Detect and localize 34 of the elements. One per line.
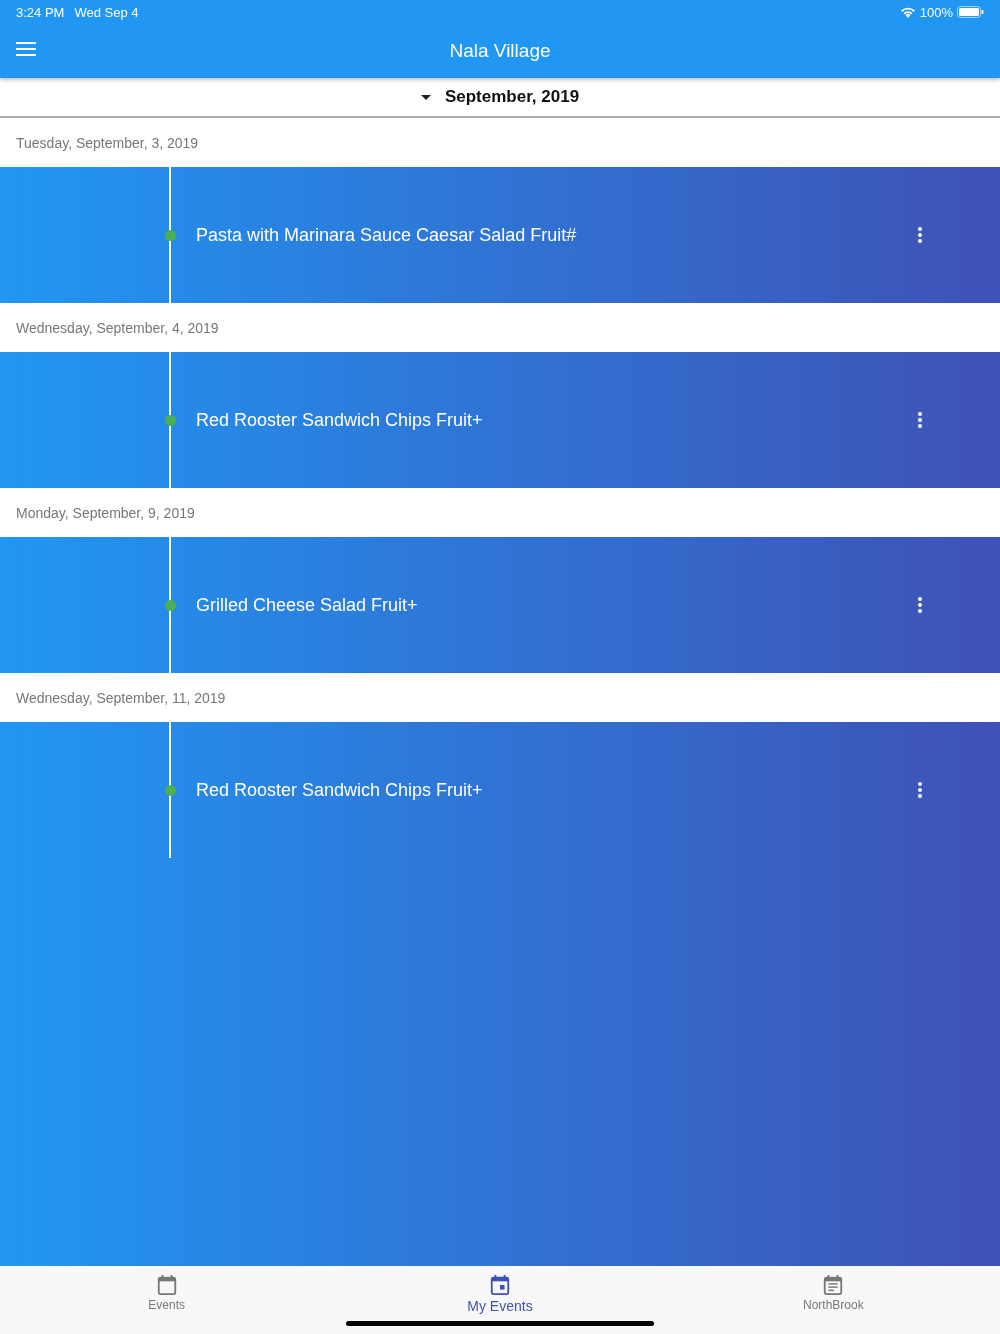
date-label: Tuesday, September, 3, 2019 xyxy=(16,134,199,151)
event-card[interactable]: Pasta with Marinara Sauce Caesar Salad Fruit# xyxy=(0,167,1000,303)
event-card[interactable]: Red Rooster Sandwich Chips Fruit+ xyxy=(0,352,1000,488)
more-options-icon[interactable] xyxy=(918,227,922,243)
event-title: Pasta with Marinara Sauce Caesar Salad Fruit# xyxy=(196,224,578,246)
nav-tab[interactable]: My Events xyxy=(333,1266,667,1334)
notes-icon xyxy=(822,1274,845,1296)
menu-icon[interactable] xyxy=(16,41,36,57)
app-title: Nala Village xyxy=(449,40,551,62)
event-card[interactable]: Grilled Cheese Salad Fruit+ xyxy=(0,537,1000,673)
battery-icon xyxy=(957,6,984,18)
nav-tab[interactable]: NorthBrook xyxy=(666,1266,1000,1334)
more-options-icon[interactable] xyxy=(918,412,922,428)
event-title: Grilled Cheese Salad Fruit+ xyxy=(196,594,419,616)
more-options-icon[interactable] xyxy=(918,597,922,613)
date-label: Wednesday, September, 4, 2019 xyxy=(16,319,219,336)
dropdown-caret-icon xyxy=(420,94,431,100)
date-label: Wednesday, September, 11, 2019 xyxy=(16,689,226,706)
event-title: Red Rooster Sandwich Chips Fruit+ xyxy=(196,409,484,431)
timeline-dot xyxy=(165,784,176,796)
event-title: Red Rooster Sandwich Chips Fruit+ xyxy=(196,779,484,801)
nav-tab[interactable]: Events xyxy=(0,1266,334,1334)
more-options-icon[interactable] xyxy=(918,782,922,798)
wifi-icon xyxy=(899,6,916,18)
event-icon xyxy=(489,1274,511,1296)
timeline-dot xyxy=(165,229,176,241)
event-card[interactable]: Red Rooster Sandwich Chips Fruit+ xyxy=(0,722,1000,858)
timeline-dot xyxy=(165,414,176,426)
timeline-dot xyxy=(165,599,176,611)
status-date: Wed Sep 4 xyxy=(74,4,139,20)
battery-percent: 100% xyxy=(919,4,953,20)
status-time: 3:24 PM xyxy=(16,4,65,20)
calendar-icon xyxy=(155,1274,178,1296)
date-label: Monday, September, 9, 2019 xyxy=(16,504,195,521)
